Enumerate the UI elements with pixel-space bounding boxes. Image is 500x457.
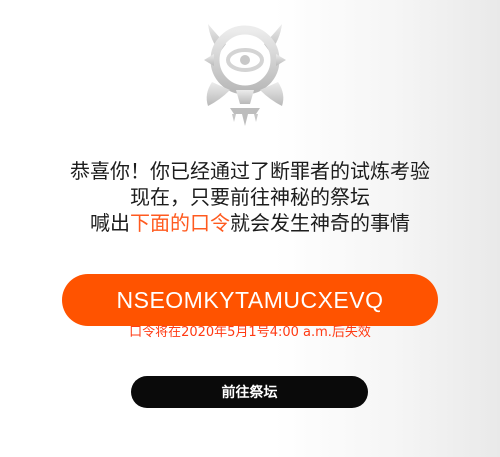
message-line-3-prefix: 喊出 — [90, 211, 130, 235]
passcode-display: NSEOMKYTAMUCXEVQ — [62, 274, 438, 326]
passcode-value: NSEOMKYTAMUCXEVQ — [116, 286, 384, 313]
expiry-notice: 口令将在2020年5月1号4:00 a.m.后失效 — [129, 325, 371, 340]
message-highlight: 下面的口令 — [130, 211, 230, 235]
go-to-altar-label: 前往祭坛 — [221, 385, 278, 401]
go-to-altar-button[interactable]: 前往祭坛 — [131, 376, 368, 408]
congratulations-message: 恭喜你！你已经通过了断罪者的试炼考验 现在，只要前往神秘的祭坛 喊出下面的口令就… — [0, 158, 500, 236]
message-line-3-suffix: 就会发生神奇的事情 — [230, 211, 410, 235]
altar-seal-icon — [190, 12, 300, 130]
message-line-3: 喊出下面的口令就会发生神奇的事情 — [0, 210, 500, 236]
message-line-1: 恭喜你！你已经通过了断罪者的试炼考验 — [70, 159, 430, 183]
message-line-2: 现在，只要前往神秘的祭坛 — [130, 185, 370, 209]
